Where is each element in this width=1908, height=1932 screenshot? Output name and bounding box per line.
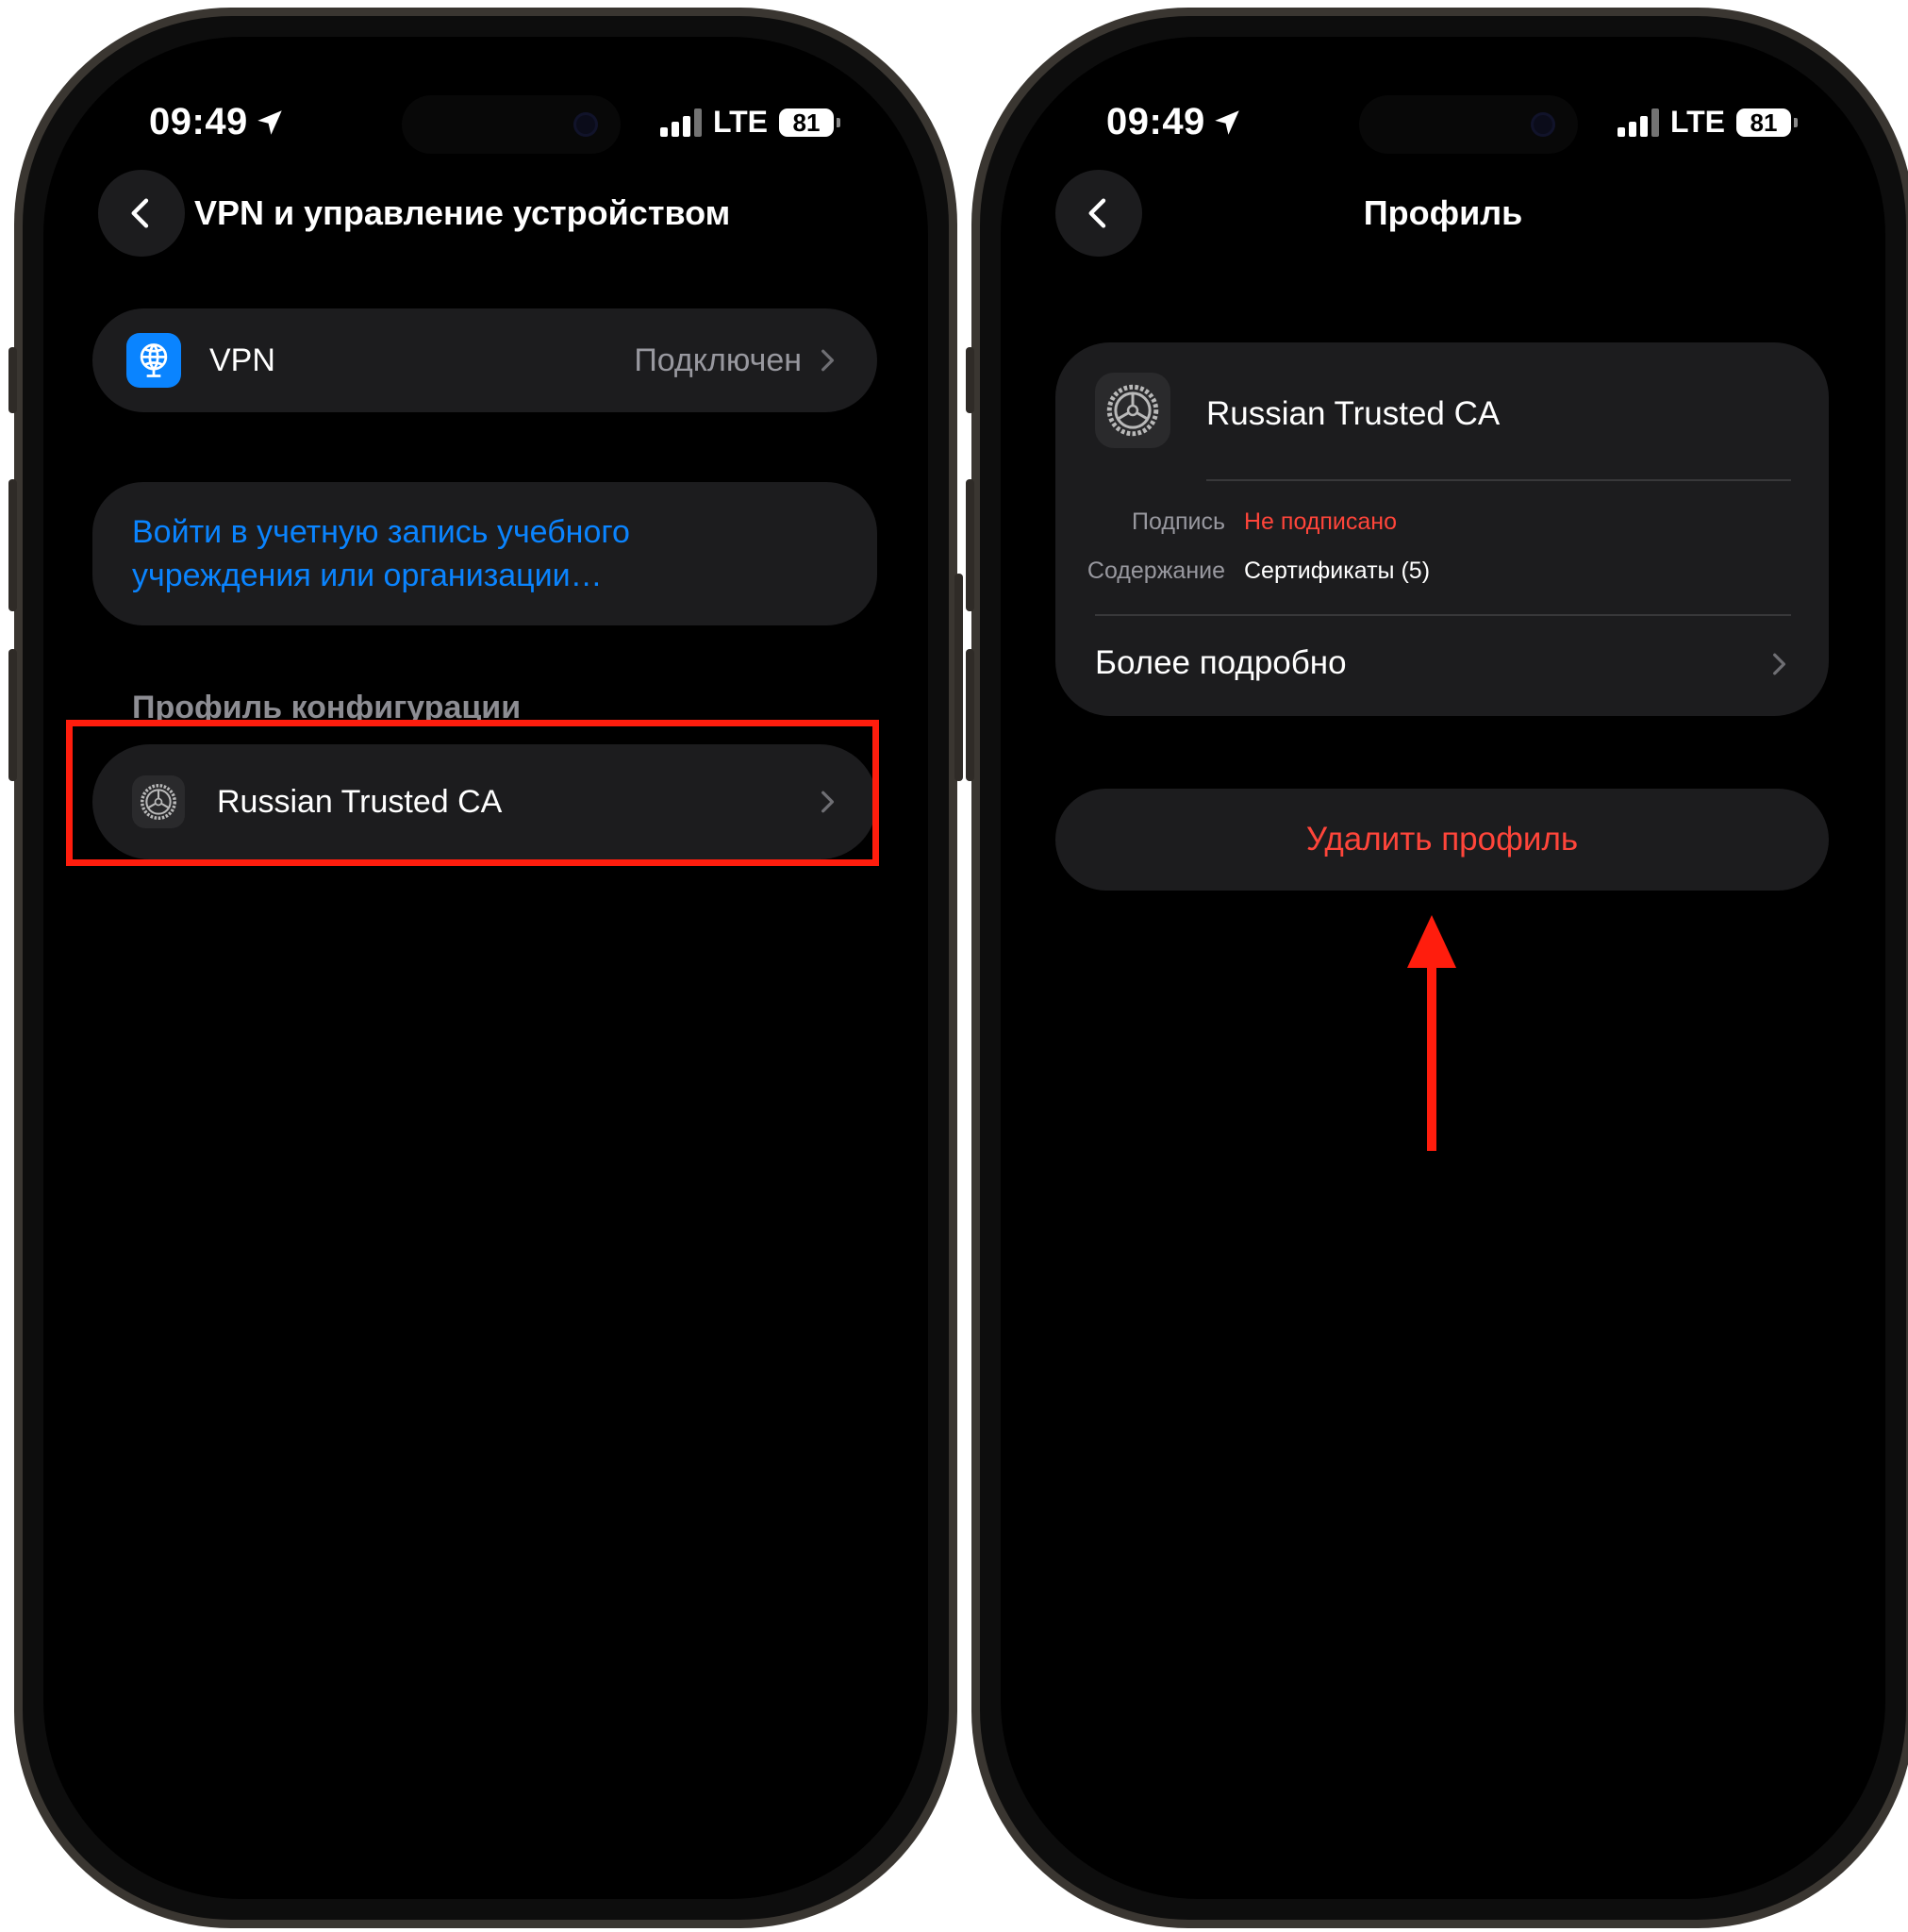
remove-profile-button[interactable]: Удалить профиль	[1055, 789, 1829, 891]
profile-name: Russian Trusted CA	[1206, 395, 1501, 432]
network-type: LTE	[1669, 105, 1725, 139]
chevron-right-icon	[821, 349, 835, 372]
signature-value: Не подписано	[1244, 508, 1397, 535]
volume-up-button	[966, 479, 974, 611]
cellular-signal-icon	[659, 108, 702, 137]
location-arrow-icon	[257, 109, 282, 135]
volume-down-button	[8, 649, 17, 781]
vpn-label: VPN	[209, 342, 275, 378]
vpn-globe-icon	[126, 333, 181, 388]
phone-left: 09:49 LTE 81 VPN и управление устройство…	[8, 8, 963, 1928]
status-indicators: LTE 81	[1617, 105, 1798, 140]
page-title: VPN и управление устройством	[194, 193, 731, 232]
location-arrow-icon	[1215, 109, 1239, 135]
battery-icon: 81	[1736, 108, 1798, 137]
chevron-right-icon	[1773, 653, 1786, 675]
network-type: LTE	[712, 105, 768, 139]
cellular-signal-icon	[1617, 108, 1659, 137]
more-details-label: Более подробно	[1095, 644, 1347, 681]
status-time: 09:49	[149, 101, 286, 143]
vpn-row[interactable]: VPN Подключен	[92, 308, 877, 412]
action-button	[966, 347, 974, 413]
status-time: 09:49	[1106, 101, 1243, 143]
contents-value: Сертификаты (5)	[1244, 558, 1431, 584]
profile-detail-card: Russian Trusted CA Подпись Не подписано …	[1055, 342, 1829, 716]
highlight-frame	[66, 720, 879, 866]
dynamic-island	[402, 95, 621, 154]
remove-profile-label: Удалить профиль	[1305, 821, 1579, 858]
camera-icon	[1531, 112, 1555, 137]
signin-link[interactable]: Войти в учетную запись учебного учрежден…	[132, 510, 698, 597]
battery-icon: 81	[779, 108, 840, 137]
signature-label: Подпись	[1132, 508, 1225, 535]
chevron-left-icon	[131, 198, 149, 228]
dynamic-island	[1359, 95, 1578, 154]
camera-icon	[573, 112, 598, 137]
signin-card: Войти в учетную запись учебного учрежден…	[92, 482, 877, 625]
arrow-up-annotation	[1407, 915, 1456, 1151]
action-button	[8, 347, 17, 413]
vpn-status: Подключен	[634, 342, 802, 378]
side-button	[954, 574, 963, 781]
divider	[1206, 479, 1791, 481]
volume-down-button	[966, 649, 974, 781]
volume-up-button	[8, 479, 17, 611]
screen-vpn-device-management: 09:49 LTE 81 VPN и управление устройство…	[43, 37, 928, 1899]
status-indicators: LTE 81	[659, 105, 840, 140]
contents-label: Содержание	[1087, 558, 1225, 584]
back-button[interactable]	[98, 170, 185, 257]
gear-icon	[1095, 373, 1170, 448]
more-details-row[interactable]: Более подробно	[1055, 616, 1829, 716]
page-title: Профиль	[1363, 193, 1523, 232]
